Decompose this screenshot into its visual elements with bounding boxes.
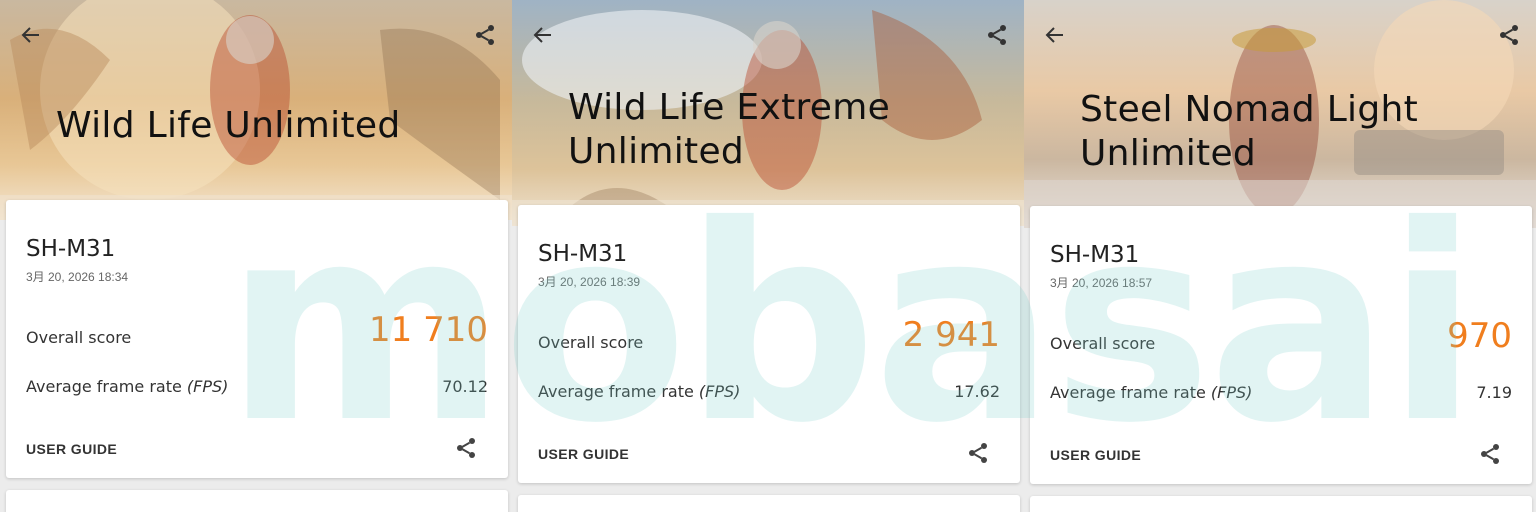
overall-score-value: 11 710: [369, 310, 488, 350]
result-card: SH-M31 3月 20, 2026 18:57 Overall score 9…: [1030, 206, 1532, 484]
fps-label-text: Average frame rate: [1050, 383, 1211, 402]
back-button[interactable]: [1040, 20, 1070, 50]
fps-label-text: Average frame rate: [26, 377, 187, 396]
share-icon: [1500, 25, 1518, 45]
share-icon: [476, 25, 494, 45]
fps-value: 70.12: [442, 377, 488, 396]
hero-banner: Wild Life Unlimited: [0, 0, 512, 220]
arrow-left-icon: [533, 27, 551, 43]
result-panel-wild-life-unlimited: Wild Life Unlimited SH-M31 3月 20, 2026 1…: [0, 0, 512, 512]
share-button-top[interactable]: [1494, 20, 1524, 50]
test-date: 3月 20, 2026 18:34: [26, 270, 129, 284]
arrow-left-icon: [21, 27, 39, 43]
back-button[interactable]: [16, 20, 46, 50]
back-button[interactable]: [528, 20, 558, 50]
fps-unit: (FPS): [186, 377, 229, 396]
share-button-top[interactable]: [982, 20, 1012, 50]
result-panel-wild-life-extreme-unlimited: Wild Life Extreme Unlimited SH-M31 3月 20…: [512, 0, 1024, 512]
overall-score-value: 2 941: [902, 315, 1000, 355]
benchmark-title: Wild Life Extreme Unlimited: [568, 87, 891, 172]
next-card: [1030, 496, 1532, 512]
result-card: SH-M31 3月 20, 2026 18:34 Overall score 1…: [6, 200, 508, 478]
test-date: 3月 20, 2026 18:57: [1050, 276, 1153, 290]
fps-label-text: Average frame rate: [538, 382, 699, 401]
share-button-top[interactable]: [470, 20, 500, 50]
hero-banner: Steel Nomad Light Unlimited: [1024, 0, 1536, 228]
user-guide-link[interactable]: USER GUIDE: [26, 441, 117, 457]
share-button[interactable]: [452, 434, 480, 462]
fps-label: Average frame rate (FPS): [538, 382, 740, 401]
device-name: SH-M31: [26, 236, 116, 262]
fps-unit: (FPS): [1210, 383, 1253, 402]
next-card: [518, 495, 1020, 512]
fps-value: 7.19: [1476, 383, 1512, 402]
user-guide-link[interactable]: USER GUIDE: [1050, 447, 1141, 463]
overall-score-value: 970: [1447, 316, 1512, 356]
overall-score-label: Overall score: [1050, 334, 1156, 353]
device-name: SH-M31: [1050, 242, 1140, 268]
fps-label: Average frame rate (FPS): [26, 377, 228, 396]
fps-unit: (FPS): [698, 382, 741, 401]
fps-label: Average frame rate (FPS): [1050, 383, 1252, 402]
result-panel-steel-nomad-light-unlimited: Steel Nomad Light Unlimited SH-M31 3月 20…: [1024, 0, 1536, 512]
fps-value: 17.62: [954, 382, 1000, 401]
device-name: SH-M31: [538, 241, 628, 267]
share-icon: [988, 25, 1006, 45]
next-card: [6, 490, 508, 512]
result-card: SH-M31 3月 20, 2026 18:39 Overall score 2…: [518, 205, 1020, 483]
share-icon: [1481, 444, 1499, 464]
test-date: 3月 20, 2026 18:39: [538, 275, 641, 289]
hero-banner: Wild Life Extreme Unlimited: [512, 0, 1024, 226]
user-guide-link[interactable]: USER GUIDE: [538, 446, 629, 462]
arrow-left-icon: [1045, 27, 1063, 43]
share-button[interactable]: [964, 439, 992, 467]
share-icon: [457, 438, 475, 458]
share-icon: [969, 443, 987, 463]
benchmark-title: Steel Nomad Light Unlimited: [1080, 89, 1419, 174]
share-button[interactable]: [1476, 440, 1504, 468]
overall-score-label: Overall score: [538, 333, 644, 352]
benchmark-title: Wild Life Unlimited: [56, 105, 401, 146]
overall-score-label: Overall score: [26, 328, 132, 347]
